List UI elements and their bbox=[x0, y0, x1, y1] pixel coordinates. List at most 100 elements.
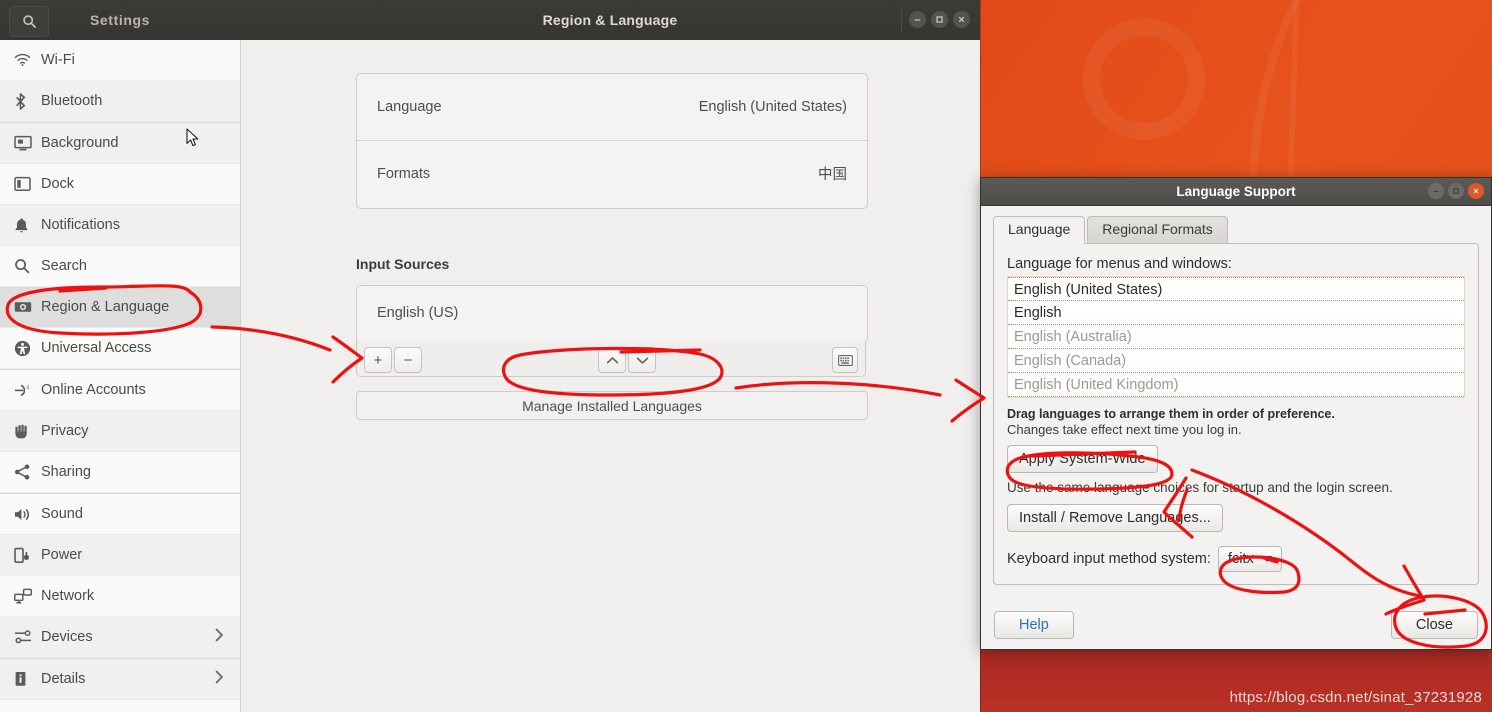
sidebar-item-label: Online Accounts bbox=[41, 382, 146, 398]
close-dialog-button[interactable]: Close bbox=[1390, 611, 1478, 639]
input-sources-heading: Input Sources bbox=[356, 256, 450, 272]
minimize-button[interactable] bbox=[1428, 183, 1444, 199]
move-up-button[interactable] bbox=[598, 347, 626, 373]
close-button[interactable] bbox=[953, 11, 970, 28]
list-item[interactable]: English (Canada) bbox=[1008, 349, 1464, 373]
maximize-button[interactable] bbox=[931, 11, 948, 28]
keyboard-input-method-row: Keyboard input method system: fcitx bbox=[1007, 546, 1465, 572]
move-down-button[interactable] bbox=[628, 347, 656, 373]
sidebar-item-label: Sharing bbox=[41, 464, 91, 480]
settings-titlebar: Settings Region & Language bbox=[0, 0, 980, 41]
language-dialog-body: Language Regional Formats Language for m… bbox=[981, 206, 1491, 585]
sidebar-item-label: Privacy bbox=[41, 423, 89, 439]
input-sources-list[interactable]: English (US) bbox=[356, 285, 868, 343]
sidebar-item-sound[interactable]: Sound bbox=[0, 494, 240, 535]
row-label: Language bbox=[377, 99, 442, 115]
input-sources-toolbar: + − bbox=[356, 341, 866, 377]
tab-regional-formats[interactable]: Regional Formats bbox=[1087, 216, 1228, 243]
titlebar-separator bbox=[901, 8, 902, 32]
language-dialog-titlebar: Language Support bbox=[981, 178, 1491, 206]
keyboard-input-method-value: fcitx bbox=[1227, 551, 1254, 567]
row-language[interactable]: Language English (United States) bbox=[357, 74, 867, 140]
manage-installed-languages-button[interactable]: Manage Installed Languages bbox=[356, 391, 868, 420]
apply-row: Apply System-Wide bbox=[1007, 445, 1465, 473]
row-value: 中国 bbox=[818, 167, 847, 183]
sidebar-item-label: Notifications bbox=[41, 217, 120, 233]
sidebar-item-label: Devices bbox=[41, 629, 93, 645]
apply-note: Use the same language choices for startu… bbox=[1007, 480, 1393, 495]
add-input-source-button[interactable]: + bbox=[364, 347, 392, 373]
privacy-hand-icon bbox=[14, 423, 40, 439]
bluetooth-icon bbox=[14, 92, 40, 110]
sidebar-item-wifi[interactable]: Wi-Fi bbox=[0, 40, 240, 81]
sidebar-item-label: Dock bbox=[41, 176, 75, 192]
sidebar-item-bluetooth[interactable]: Bluetooth bbox=[0, 81, 240, 122]
list-item[interactable]: English (United Kingdom) bbox=[1008, 373, 1464, 397]
ubuntu-wallpaper-ring bbox=[1083, 18, 1205, 140]
list-item[interactable]: English (Australia) bbox=[1008, 325, 1464, 349]
install-remove-languages-button[interactable]: Install / Remove Languages... bbox=[1007, 504, 1223, 532]
settings-window-controls bbox=[909, 11, 970, 28]
sidebar-item-sharing[interactable]: Sharing bbox=[0, 452, 240, 493]
tab-language[interactable]: Language bbox=[993, 216, 1086, 244]
search-icon bbox=[14, 258, 40, 274]
sidebar-item-region-language[interactable]: Region & Language bbox=[0, 287, 240, 328]
remove-input-source-button[interactable]: − bbox=[394, 347, 422, 373]
keyboard-input-method-label: Keyboard input method system: bbox=[1007, 551, 1211, 567]
install-row: Install / Remove Languages... bbox=[1007, 504, 1465, 532]
sidebar-item-online-accounts[interactable]: s Online Accounts bbox=[0, 370, 240, 411]
sidebar-item-search[interactable]: Search bbox=[0, 246, 240, 287]
language-dialog-tabs: Language Regional Formats bbox=[993, 216, 1479, 244]
list-item[interactable]: English (United States) bbox=[1008, 277, 1464, 301]
keyboard-input-method-select[interactable]: fcitx bbox=[1217, 546, 1282, 572]
list-item[interactable]: English bbox=[1008, 301, 1464, 325]
drag-hint: Changes take effect next time you log in… bbox=[1007, 422, 1242, 437]
row-value: English (United States) bbox=[698, 99, 847, 115]
sidebar-item-notifications[interactable]: Notifications bbox=[0, 205, 240, 246]
chevron-down-icon bbox=[1261, 556, 1272, 562]
language-dialog-window-controls bbox=[1428, 183, 1484, 199]
sidebar-item-label: Search bbox=[41, 258, 87, 274]
watermark-url: https://blog.csdn.net/sinat_37231928 bbox=[1229, 689, 1482, 706]
sidebar-item-label: Network bbox=[41, 588, 95, 604]
language-list[interactable]: English (United States) English English … bbox=[1007, 276, 1465, 398]
mouse-cursor bbox=[186, 128, 200, 151]
row-label: Formats bbox=[377, 165, 431, 182]
speaker-icon bbox=[14, 507, 40, 522]
battery-icon bbox=[14, 547, 40, 564]
bell-icon bbox=[14, 217, 40, 234]
chevron-right-icon bbox=[215, 628, 224, 646]
settings-window: Settings Region & Language Wi-Fi Bluetoo… bbox=[0, 0, 980, 712]
language-support-dialog: Language Support Language Regional Forma… bbox=[980, 177, 1492, 650]
sidebar-item-dock[interactable]: Dock bbox=[0, 164, 240, 205]
keyboard-icon[interactable] bbox=[832, 347, 858, 373]
share-icon bbox=[14, 464, 40, 480]
sidebar-item-details[interactable]: Details bbox=[0, 659, 240, 700]
background-icon bbox=[14, 135, 40, 151]
language-tab-panel: Language for menus and windows: English … bbox=[993, 243, 1479, 585]
sidebar-item-label: Details bbox=[41, 671, 86, 687]
sidebar-item-universal-access[interactable]: Universal Access bbox=[0, 328, 240, 369]
row-formats[interactable]: Formats 中国 bbox=[357, 140, 867, 206]
sidebar-item-power[interactable]: Power bbox=[0, 535, 240, 576]
minimize-button[interactable] bbox=[909, 11, 926, 28]
language-dialog-title: Language Support bbox=[1176, 184, 1296, 199]
chevron-right-icon bbox=[215, 670, 224, 688]
sidebar-item-background[interactable]: Background bbox=[0, 123, 240, 164]
sidebar-item-devices[interactable]: Devices bbox=[0, 617, 240, 658]
settings-window-title: Region & Language bbox=[542, 12, 678, 28]
sidebar-item-network[interactable]: Network bbox=[0, 576, 240, 617]
sidebar-title: Settings bbox=[89, 12, 151, 28]
close-button[interactable] bbox=[1468, 183, 1484, 199]
apply-system-wide-button[interactable]: Apply System-Wide bbox=[1007, 445, 1158, 473]
list-item[interactable]: English (US) bbox=[357, 286, 867, 340]
sidebar-item-label: Region & Language bbox=[41, 299, 170, 315]
sidebar-item-privacy[interactable]: Privacy bbox=[0, 411, 240, 452]
devices-icon bbox=[14, 629, 40, 645]
settings-sidebar[interactable]: Wi-Fi Bluetooth Background Dock Notifica… bbox=[0, 40, 241, 712]
sidebar-item-label: Bluetooth bbox=[41, 93, 103, 109]
language-dialog-footer: Help Close bbox=[981, 601, 1491, 649]
info-icon bbox=[14, 671, 40, 687]
maximize-button[interactable] bbox=[1448, 183, 1464, 199]
help-button[interactable]: Help bbox=[994, 611, 1074, 639]
